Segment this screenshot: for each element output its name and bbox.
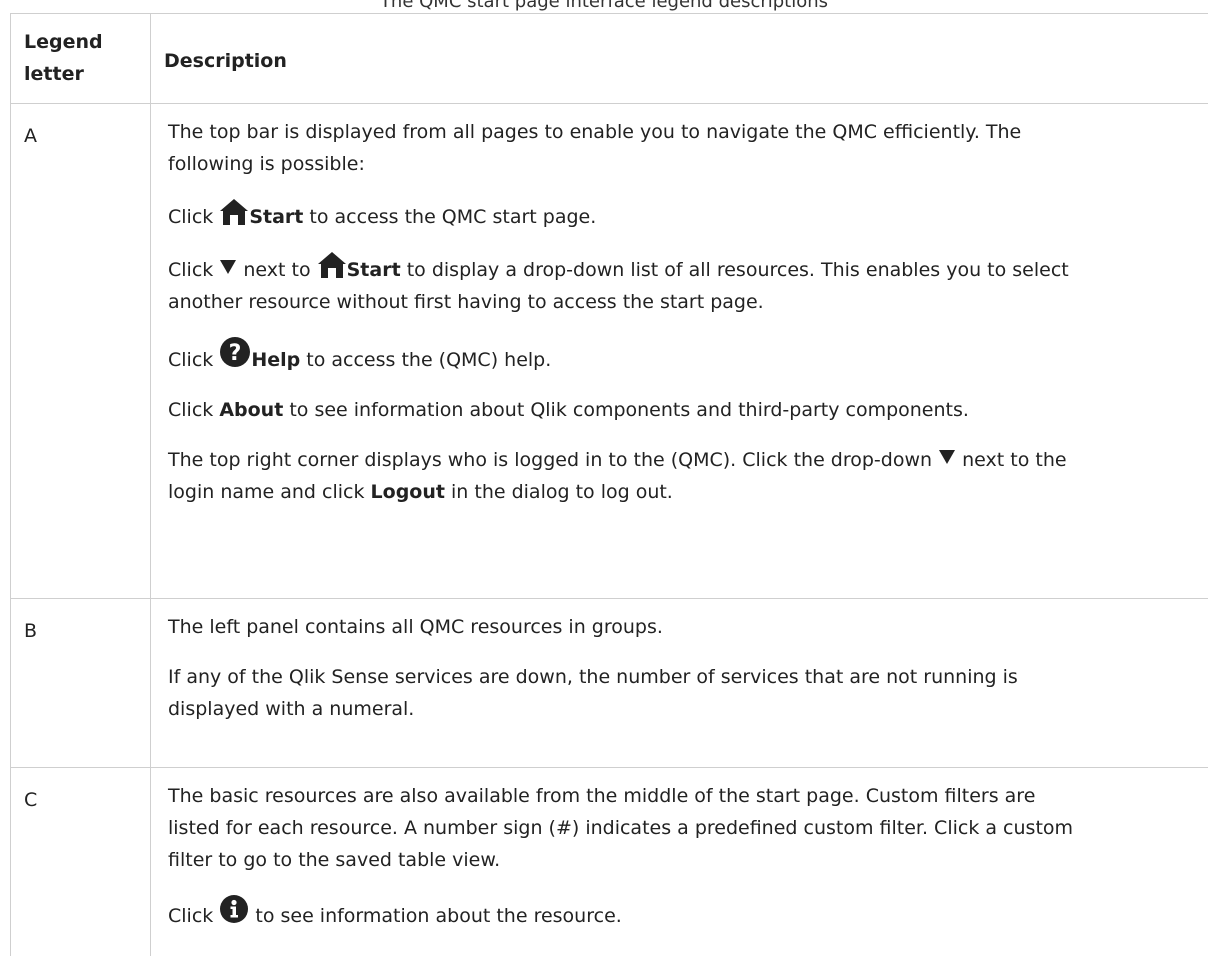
home-icon [317, 252, 346, 278]
svg-text:?: ? [229, 341, 242, 366]
triangle-down-icon [220, 260, 237, 274]
table-header-row: Legend letter Description [10, 13, 1208, 104]
paragraph: The top right corner displays who is log… [168, 449, 1067, 503]
help-icon: ? [220, 337, 251, 367]
paragraph: The left panel contains all QMC resource… [168, 616, 663, 638]
legend-letter: A [10, 103, 151, 599]
header-description: Description [150, 13, 1208, 104]
triangle-down-icon [939, 450, 956, 464]
paragraph: Click Start to access the QMC start page… [168, 198, 1208, 233]
info-icon [220, 895, 249, 923]
paragraph: Click next to Start to display a drop-do… [168, 251, 1208, 318]
table-caption: The QMC start page interface legend desc… [379, 0, 829, 12]
legend-letter: B [10, 598, 151, 768]
header-legend-letter: Legend letter [10, 13, 151, 104]
paragraph: If any of the Qlik Sense services are do… [168, 666, 1018, 720]
description-cell: The basic resources are also available f… [150, 767, 1208, 956]
table-row: B The left panel contains all QMC resour… [10, 598, 1208, 768]
home-icon [220, 199, 249, 225]
paragraph: Click ? Help to access the (QMC) help. [168, 336, 1208, 376]
paragraph: The top bar is displayed from all pages … [168, 121, 1022, 175]
table-row: A The top bar is displayed from all page… [10, 103, 1208, 599]
legend-table: Legend letter Description A The top bar … [10, 13, 1208, 956]
legend-letter: C [10, 767, 151, 956]
table-row: C The basic resources are also available… [10, 767, 1208, 956]
paragraph: Click About to see information about Qli… [168, 399, 969, 421]
paragraph: The basic resources are also available f… [168, 785, 1074, 871]
description-cell: The top bar is displayed from all pages … [150, 103, 1208, 599]
description-cell: The left panel contains all QMC resource… [150, 598, 1208, 768]
paragraph: Click to see information about the resou… [168, 894, 1208, 932]
